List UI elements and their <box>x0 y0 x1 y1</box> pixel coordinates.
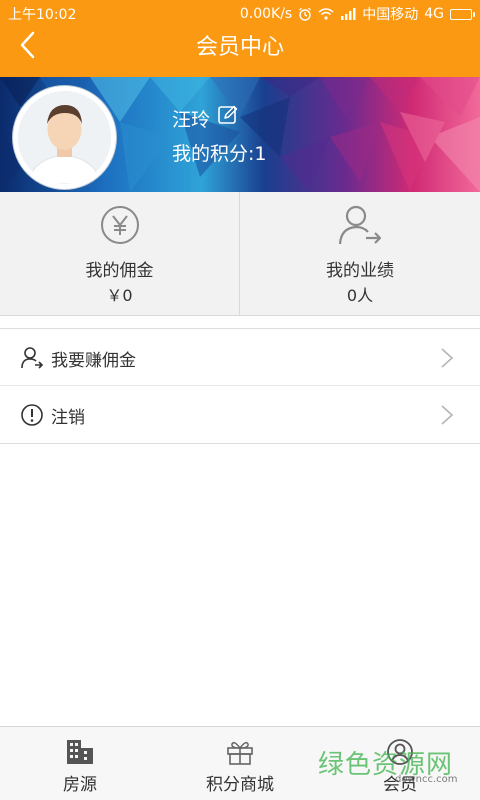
stat-performance[interactable]: 我的业绩 0人 <box>240 192 480 316</box>
exclamation-circle-icon <box>20 403 44 427</box>
user-name: 汪玲 <box>172 109 211 131</box>
building-icon <box>0 738 160 766</box>
stat-value: 0人 <box>346 286 374 305</box>
tab-label: 积分商城 <box>206 775 274 795</box>
stat-value: ￥0 <box>106 286 133 305</box>
stat-commission[interactable]: 我的佣金 ￥0 <box>0 192 240 316</box>
avatar-image <box>18 91 111 184</box>
signal-icon <box>340 8 356 20</box>
status-time: 上午10:02 <box>8 7 77 23</box>
menu-item-label: 注销 <box>51 408 85 428</box>
avatar[interactable] <box>13 86 116 189</box>
page-title: 会员中心 <box>195 35 284 60</box>
alarm-icon <box>298 7 312 21</box>
tab-label: 房源 <box>63 775 97 795</box>
chevron-right-icon <box>440 348 454 368</box>
carrier-name: 中国移动 <box>362 7 419 23</box>
chevron-right-icon <box>440 405 454 425</box>
battery-icon <box>450 8 475 20</box>
user-arrow-icon <box>20 346 44 370</box>
menu-item-earn-commission[interactable]: 我要赚佣金 <box>0 329 480 386</box>
network-speed: 0.00K/s <box>239 6 293 22</box>
stats-panel: 我的佣金 ￥0 我的业绩 0人 <box>0 192 480 316</box>
stat-label: 我的业绩 <box>326 261 394 281</box>
tab-points-mall[interactable]: 积分商城 <box>160 727 320 800</box>
watermark-sub: downcc.com <box>395 774 458 785</box>
network-type: 4G <box>424 6 444 22</box>
gift-icon <box>160 738 320 766</box>
menu-item-label: 我要赚佣金 <box>51 351 136 371</box>
menu-list: 我要赚佣金 注销 <box>0 328 480 444</box>
edit-icon[interactable] <box>217 104 239 126</box>
status-right: 0.00K/s 中国移动 4G <box>239 4 475 24</box>
user-arrow-icon <box>240 204 480 248</box>
tab-listings[interactable]: 房源 <box>0 727 160 800</box>
stat-label: 我的佣金 <box>85 261 154 281</box>
menu-item-logout[interactable]: 注销 <box>0 386 480 443</box>
points-label: 我的积分:1 <box>172 143 267 165</box>
wifi-icon <box>318 8 334 20</box>
status-bar: 上午10:02 0.00K/s 中国移动 4G <box>0 0 480 24</box>
yen-circle-icon <box>0 204 239 248</box>
